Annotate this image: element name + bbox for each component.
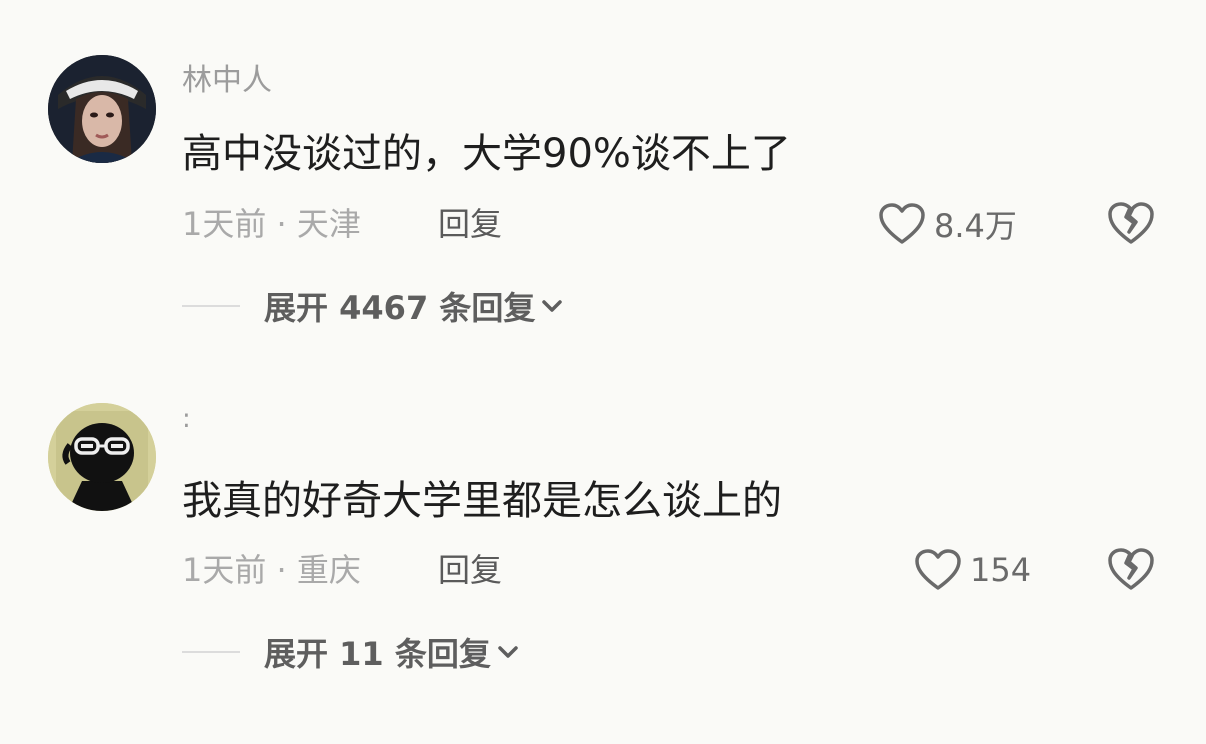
expand-replies-label: 展开 4467 条回复 — [264, 289, 536, 327]
comment-meta: 1天前 · 重庆 — [182, 551, 361, 589]
comment-list: 林中人 高中没谈过的，大学90%谈不上了 1天前 · 天津 回复 8.4万 展开… — [0, 0, 1206, 744]
username[interactable]: : — [182, 406, 191, 432]
like-count: 154 — [970, 551, 1032, 589]
chevron-down-icon — [498, 646, 518, 658]
heart-outline-icon — [915, 549, 961, 590]
reply-button[interactable]: 回复 — [438, 554, 502, 586]
comment-text: 我真的好奇大学里都是怎么谈上的 — [182, 478, 782, 524]
avatar[interactable] — [48, 55, 156, 163]
username[interactable]: 林中人 — [182, 66, 272, 96]
reply-button[interactable]: 回复 — [438, 208, 502, 240]
divider — [182, 305, 240, 307]
like-button[interactable]: 8.4万 — [878, 201, 1017, 247]
heart-outline-icon — [879, 203, 925, 244]
dislike-button[interactable] — [1106, 200, 1156, 246]
like-button[interactable]: 154 — [914, 547, 1031, 593]
chevron-down-icon — [542, 300, 563, 312]
avatar[interactable] — [48, 403, 156, 511]
broken-heart-icon — [1108, 548, 1154, 590]
dislike-button[interactable] — [1106, 546, 1156, 592]
like-count: 8.4万 — [934, 207, 1017, 245]
expand-replies-label: 展开 11 条回复 — [264, 635, 491, 673]
comment-text: 高中没谈过的，大学90%谈不上了 — [182, 131, 791, 177]
expand-replies-button[interactable]: 展开 11 条回复 — [182, 632, 519, 673]
comment-meta: 1天前 · 天津 — [182, 205, 361, 243]
divider — [182, 651, 240, 653]
expand-replies-button[interactable]: 展开 4467 条回复 — [182, 286, 563, 327]
broken-heart-icon — [1108, 202, 1154, 244]
